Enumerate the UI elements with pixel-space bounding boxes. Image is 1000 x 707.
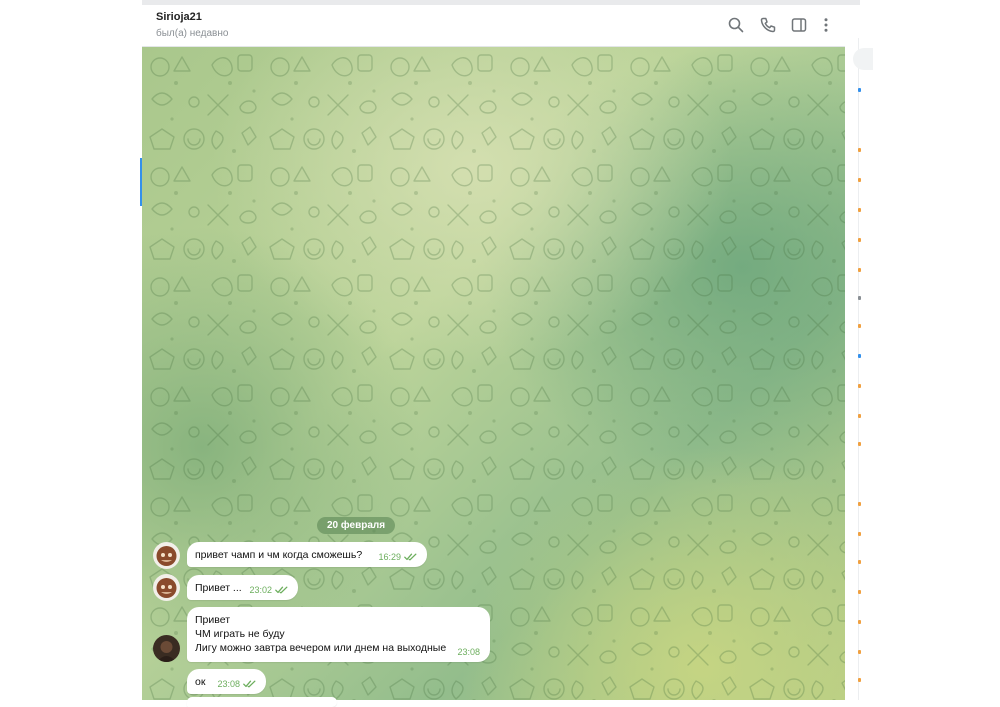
list-marker	[858, 296, 861, 300]
message-meta: 23:02	[249, 585, 288, 595]
panel-divider	[858, 38, 859, 700]
list-marker	[858, 650, 861, 654]
message-bubble[interactable]: Привет ... 23:02	[187, 575, 298, 600]
right-side-panel[interactable]	[845, 38, 1000, 700]
chat-title[interactable]: Sirioja21	[156, 11, 202, 23]
message-text: ок	[195, 676, 206, 688]
message-line: Привет	[195, 614, 231, 626]
search-icon[interactable]	[727, 16, 745, 34]
list-marker	[858, 384, 861, 388]
list-marker	[858, 532, 861, 536]
avatar[interactable]	[153, 542, 180, 569]
message-text: Привет ...	[195, 582, 242, 594]
chat-messages-area[interactable]	[142, 47, 845, 700]
list-marker	[858, 590, 861, 594]
double-check-icon	[275, 586, 288, 594]
list-marker	[858, 238, 861, 242]
message-bubble[interactable]: Привет ЧМ играть не буду Лигу можно завт…	[187, 607, 490, 662]
list-marker	[858, 354, 861, 358]
list-marker	[858, 502, 861, 506]
list-marker	[858, 414, 861, 418]
message-time: 23:08	[217, 679, 240, 689]
list-marker	[858, 178, 861, 182]
wallpaper-pattern	[142, 47, 845, 700]
date-separator: 20 февраля	[317, 517, 396, 534]
list-marker	[858, 268, 861, 272]
message-bubble[interactable]: привет чамп и чм когда сможешь? 16:29	[187, 542, 427, 567]
avatar[interactable]	[153, 574, 180, 601]
list-marker	[858, 208, 861, 212]
message-line: ЧМ играть не буду	[195, 628, 285, 640]
list-marker	[858, 620, 861, 624]
message-time: 16:29	[378, 552, 401, 562]
list-marker	[858, 324, 861, 328]
message-meta: 23:08	[457, 647, 480, 657]
list-marker	[858, 88, 861, 92]
message-text: привет чамп и чм когда сможешь?	[195, 549, 363, 561]
sidebar-toggle-icon[interactable]	[790, 16, 808, 34]
message-bubble[interactable]: ок 23:08	[187, 669, 266, 694]
chat-status: был(а) недавно	[156, 28, 229, 39]
message-meta: 16:29	[378, 552, 417, 562]
list-marker	[858, 148, 861, 152]
list-marker	[858, 560, 861, 564]
message-meta: 23:08	[217, 679, 256, 689]
message-bubble-partial[interactable]	[187, 697, 337, 707]
double-check-icon	[404, 553, 417, 561]
message-time: 23:02	[249, 585, 272, 595]
message-time: 23:08	[457, 647, 480, 657]
more-vertical-icon[interactable]	[817, 16, 835, 34]
list-marker	[858, 442, 861, 446]
message-line: Лигу можно завтра вечером или днем на вы…	[195, 642, 447, 654]
double-check-icon	[243, 680, 256, 688]
panel-search-pill[interactable]	[853, 48, 873, 70]
avatar[interactable]	[153, 635, 180, 662]
list-marker	[858, 678, 861, 682]
phone-icon[interactable]	[759, 16, 777, 34]
chat-header[interactable]: Sirioja21 был(а) недавно	[142, 5, 845, 47]
